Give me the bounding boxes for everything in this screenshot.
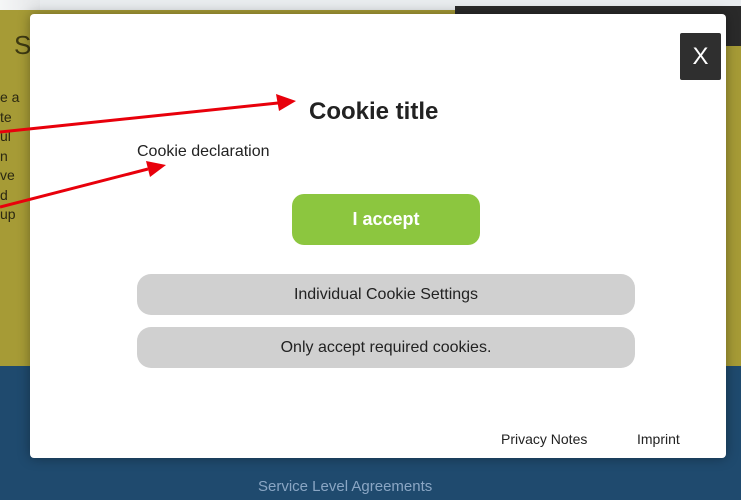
arrow-to-title-icon bbox=[0, 94, 296, 134]
arrow-to-declaration-icon bbox=[0, 161, 166, 209]
annotation-arrows bbox=[0, 94, 296, 209]
